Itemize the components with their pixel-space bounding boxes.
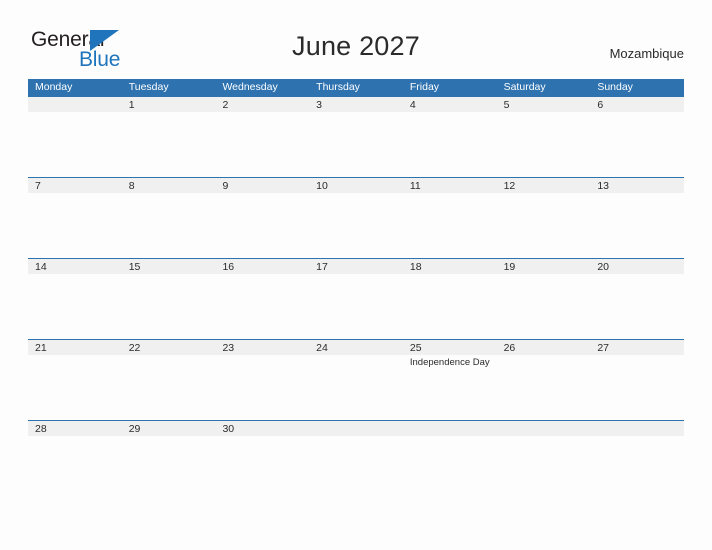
day-number: 14 — [35, 261, 47, 273]
day-number: 11 — [409, 180, 421, 192]
day-number: 18 — [409, 261, 422, 273]
day-cell[interactable]: 3 — [309, 97, 403, 176]
day-cell[interactable]: 14 — [28, 259, 122, 338]
weekday-header-row: Monday Tuesday Wednesday Thursday Friday… — [28, 79, 684, 96]
country-label: Mozambique — [609, 46, 684, 61]
day-number: 9 — [222, 180, 229, 192]
day-cell[interactable]: 22 — [122, 340, 216, 419]
day-cell[interactable]: 18 — [403, 259, 497, 338]
day-cell[interactable]: 30 — [215, 421, 309, 500]
day-cell[interactable]: 16 — [215, 259, 309, 338]
day-cell[interactable]: 11 — [403, 178, 497, 257]
day-cell[interactable]: 13 — [590, 178, 684, 257]
weekday-header-tuesday: Tuesday — [128, 81, 169, 93]
day-cell[interactable]: 17 — [309, 259, 403, 338]
day-cell[interactable]: 1 — [122, 97, 216, 176]
day-number: 19 — [503, 261, 516, 273]
day-number: 3 — [316, 99, 322, 111]
day-cell[interactable] — [309, 421, 403, 500]
day-number: 29 — [128, 423, 141, 435]
day-number: 24 — [316, 342, 328, 354]
weekday-header-sunday: Sunday — [597, 81, 633, 93]
day-event-label: Independence Day — [409, 357, 490, 368]
day-cell[interactable]: 4 — [403, 97, 497, 176]
day-cell[interactable]: 19 — [497, 259, 591, 338]
calendar-week-row: 1 2 3 4 5 6 — [28, 96, 684, 177]
day-cell[interactable]: 8 — [122, 178, 216, 257]
calendar-week-row: 21 22 23 24 25 Independence Day 26 27 — [28, 339, 684, 420]
day-cell[interactable] — [590, 421, 684, 500]
day-cell[interactable]: 6 — [590, 97, 684, 176]
day-cell[interactable]: 28 — [28, 421, 122, 500]
day-cell[interactable]: 24 — [309, 340, 403, 419]
day-cell[interactable]: 15 — [122, 259, 216, 338]
day-number: 13 — [597, 180, 609, 192]
day-cell[interactable]: 23 — [215, 340, 309, 419]
day-cell[interactable] — [497, 421, 591, 500]
calendar-week-row: 14 15 16 17 18 19 20 — [28, 258, 684, 339]
calendar-week-row: 7 8 9 10 11 12 13 — [28, 177, 684, 258]
day-cell[interactable]: 7 — [28, 178, 122, 257]
day-number: 2 — [222, 99, 229, 111]
day-cell[interactable]: 29 — [122, 421, 216, 500]
weekday-header-monday: Monday — [35, 81, 73, 93]
day-cell[interactable]: 12 — [497, 178, 591, 257]
day-number: 17 — [316, 261, 328, 273]
day-number: 16 — [222, 261, 235, 273]
day-number: 15 — [128, 261, 141, 273]
weekday-header-wednesday: Wednesday — [222, 81, 278, 93]
day-number: 5 — [503, 99, 510, 111]
day-cell[interactable]: 10 — [309, 178, 403, 257]
day-number: 10 — [316, 180, 328, 192]
day-number: 28 — [35, 423, 47, 435]
day-cell[interactable]: 9 — [215, 178, 309, 257]
calendar-grid: Monday Tuesday Wednesday Thursday Friday… — [28, 79, 684, 501]
day-cell[interactable]: 25 Independence Day — [403, 340, 497, 419]
day-cell[interactable]: 21 — [28, 340, 122, 419]
day-number: 22 — [128, 342, 141, 354]
day-number: 25 — [409, 342, 422, 354]
day-number: 30 — [222, 423, 235, 435]
day-number: 27 — [597, 342, 609, 354]
weekday-header-friday: Friday — [409, 81, 440, 93]
day-cell[interactable]: 27 — [590, 340, 684, 419]
day-number: 12 — [503, 180, 516, 192]
day-number: 6 — [597, 99, 604, 111]
day-cell[interactable]: 5 — [497, 97, 591, 176]
day-cell[interactable]: 2 — [215, 97, 309, 176]
day-number: 8 — [128, 180, 135, 192]
day-cell[interactable]: 20 — [590, 259, 684, 338]
calendar-week-row: 28 29 30 — [28, 420, 684, 501]
day-cell[interactable] — [403, 421, 497, 500]
day-number: 1 — [128, 99, 135, 111]
day-cell[interactable] — [28, 97, 122, 176]
day-number: 23 — [222, 342, 235, 354]
day-number: 20 — [597, 261, 609, 273]
day-number: 4 — [409, 99, 416, 111]
day-number: 7 — [35, 180, 41, 192]
page-header: General Blue June 2027 Mozambique — [0, 0, 712, 79]
day-number: 26 — [503, 342, 516, 354]
weekday-header-saturday: Saturday — [503, 81, 546, 93]
day-cell[interactable]: 26 — [497, 340, 591, 419]
page-title: June 2027 — [292, 31, 420, 61]
weekday-header-thursday: Thursday — [316, 81, 360, 93]
day-number: 21 — [35, 342, 47, 354]
